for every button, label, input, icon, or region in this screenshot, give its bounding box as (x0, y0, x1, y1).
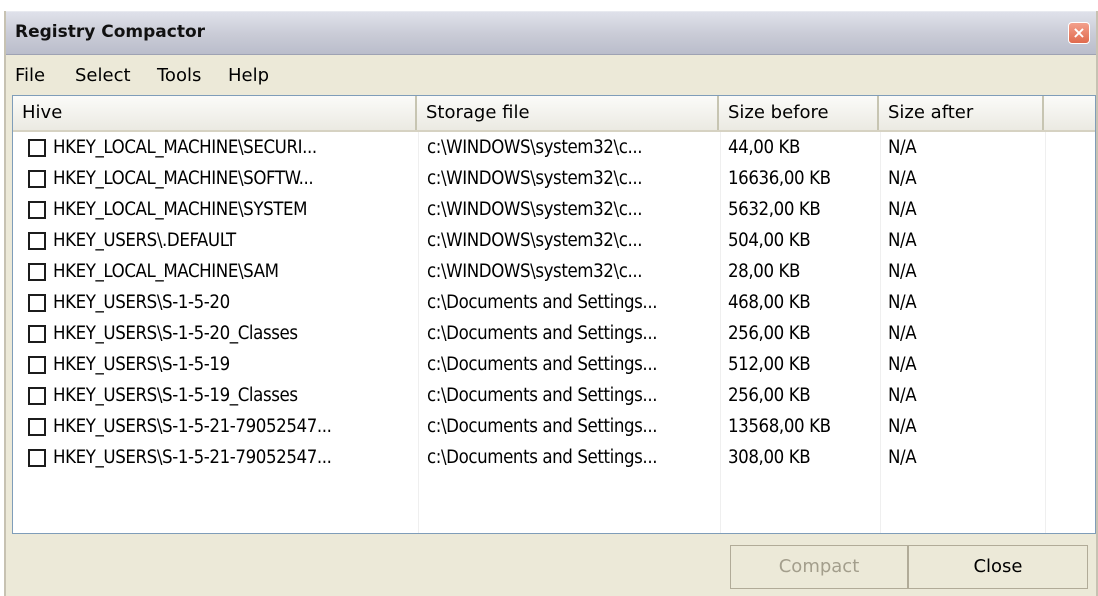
cell-storage-file: c:\Documents and Settings... (427, 354, 658, 375)
cell-size-before: 308,00 KB (728, 447, 811, 468)
cell-storage-file: c:\Documents and Settings... (427, 323, 658, 344)
row-checkbox[interactable] (28, 387, 46, 405)
cell-size-after: N/A (888, 416, 917, 437)
cell-hive: HKEY_LOCAL_MACHINE\SYSTEM (53, 199, 308, 220)
cell-size-after: N/A (888, 385, 917, 406)
cell-size-after: N/A (888, 354, 917, 375)
row-checkbox[interactable] (28, 139, 46, 157)
compact-button[interactable]: Compact (730, 545, 908, 589)
cell-hive: HKEY_USERS\S-1-5-20 (53, 292, 230, 313)
title-bar[interactable]: Registry Compactor × (6, 11, 1096, 55)
row-checkbox[interactable] (28, 418, 46, 436)
menu-file[interactable]: File (15, 65, 45, 86)
button-bar: Compact Close (6, 535, 1096, 596)
table-row[interactable]: HKEY_USERS\S-1-5-20_Classes c:\Documents … (13, 318, 1095, 349)
menu-help[interactable]: Help (228, 65, 269, 86)
cell-size-before: 28,00 KB (728, 261, 801, 282)
close-window-button[interactable]: × (1068, 22, 1090, 44)
cell-size-after: N/A (888, 230, 917, 251)
table-row[interactable]: HKEY_LOCAL_MACHINE\SYSTEM c:\WINDOWS\syst… (13, 194, 1095, 225)
cell-size-before: 44,00 KB (728, 137, 801, 158)
cell-storage-file: c:\WINDOWS\system32\c... (427, 230, 643, 251)
cell-size-before: 13568,00 KB (728, 416, 831, 437)
cell-size-before: 16636,00 KB (728, 168, 831, 189)
hive-list[interactable]: Hive Storage file Size before Size after… (12, 95, 1096, 534)
cell-size-after: N/A (888, 323, 917, 344)
table-row[interactable]: HKEY_LOCAL_MACHINE\SECURI... c:\WINDOWS\s… (13, 132, 1095, 163)
table-row[interactable]: HKEY_USERS\S-1-5-21-79052547... c:\Docume… (13, 411, 1095, 442)
table-row[interactable]: HKEY_USERS\S-1-5-20 c:\Documents and Sett… (13, 287, 1095, 318)
cell-hive: HKEY_USERS\S-1-5-21-79052547... (53, 416, 332, 437)
table-row[interactable]: HKEY_LOCAL_MACHINE\SOFTW... c:\WINDOWS\sy… (13, 163, 1095, 194)
column-header-storage-file[interactable]: Storage file (417, 96, 719, 130)
cell-hive: HKEY_LOCAL_MACHINE\SAM (53, 261, 279, 282)
column-header-hive[interactable]: Hive (13, 96, 417, 130)
cell-hive: HKEY_USERS\S-1-5-19_Classes (53, 385, 298, 406)
cell-size-before: 468,00 KB (728, 292, 811, 313)
row-checkbox[interactable] (28, 232, 46, 250)
row-checkbox[interactable] (28, 170, 46, 188)
cell-size-after: N/A (888, 261, 917, 282)
cell-hive: HKEY_USERS\S-1-5-20_Classes (53, 323, 298, 344)
menu-select[interactable]: Select (75, 65, 131, 86)
table-row[interactable]: HKEY_LOCAL_MACHINE\SAM c:\WINDOWS\system3… (13, 256, 1095, 287)
cell-hive: HKEY_LOCAL_MACHINE\SOFTW... (53, 168, 314, 189)
cell-hive: HKEY_USERS\.DEFAULT (53, 230, 236, 251)
close-icon: × (1072, 23, 1086, 42)
cell-hive: HKEY_USERS\S-1-5-19 (53, 354, 230, 375)
column-header-size-before[interactable]: Size before (719, 96, 879, 130)
cell-storage-file: c:\Documents and Settings... (427, 292, 658, 313)
cell-size-after: N/A (888, 447, 917, 468)
cell-storage-file: c:\WINDOWS\system32\c... (427, 168, 643, 189)
cell-storage-file: c:\Documents and Settings... (427, 447, 658, 468)
registry-compactor-window: Registry Compactor × File Select Tools H… (4, 11, 1098, 596)
row-checkbox[interactable] (28, 201, 46, 219)
cell-hive: HKEY_LOCAL_MACHINE\SECURI... (53, 137, 317, 158)
table-row[interactable]: HKEY_USERS\S-1-5-19_Classes c:\Documents … (13, 380, 1095, 411)
cell-size-before: 256,00 KB (728, 323, 811, 344)
cell-hive: HKEY_USERS\S-1-5-21-79052547... (53, 447, 332, 468)
row-checkbox[interactable] (28, 263, 46, 281)
cell-storage-file: c:\Documents and Settings... (427, 385, 658, 406)
cell-storage-file: c:\Documents and Settings... (427, 416, 658, 437)
menu-tools[interactable]: Tools (157, 65, 201, 86)
cell-storage-file: c:\WINDOWS\system32\c... (427, 137, 643, 158)
row-checkbox[interactable] (28, 449, 46, 467)
cell-size-before: 512,00 KB (728, 354, 811, 375)
table-row[interactable]: HKEY_USERS\.DEFAULT c:\WINDOWS\system32\c… (13, 225, 1095, 256)
row-checkbox[interactable] (28, 294, 46, 312)
column-header-size-after[interactable]: Size after (879, 96, 1044, 130)
cell-storage-file: c:\WINDOWS\system32\c... (427, 261, 643, 282)
cell-size-after: N/A (888, 292, 917, 313)
menu-bar: File Select Tools Help (6, 55, 1096, 97)
cell-size-after: N/A (888, 168, 917, 189)
row-checkbox[interactable] (28, 325, 46, 343)
close-button[interactable]: Close (908, 545, 1088, 589)
table-row[interactable]: HKEY_USERS\S-1-5-21-79052547... c:\Docume… (13, 442, 1095, 473)
cell-size-after: N/A (888, 199, 917, 220)
list-header: Hive Storage file Size before Size after (13, 96, 1095, 132)
row-checkbox[interactable] (28, 356, 46, 374)
cell-storage-file: c:\WINDOWS\system32\c... (427, 199, 643, 220)
cell-size-before: 504,00 KB (728, 230, 811, 251)
table-row[interactable]: HKEY_USERS\S-1-5-19 c:\Documents and Sett… (13, 349, 1095, 380)
window-title: Registry Compactor (15, 22, 206, 42)
cell-size-before: 256,00 KB (728, 385, 811, 406)
cell-size-before: 5632,00 KB (728, 199, 821, 220)
cell-size-after: N/A (888, 137, 917, 158)
